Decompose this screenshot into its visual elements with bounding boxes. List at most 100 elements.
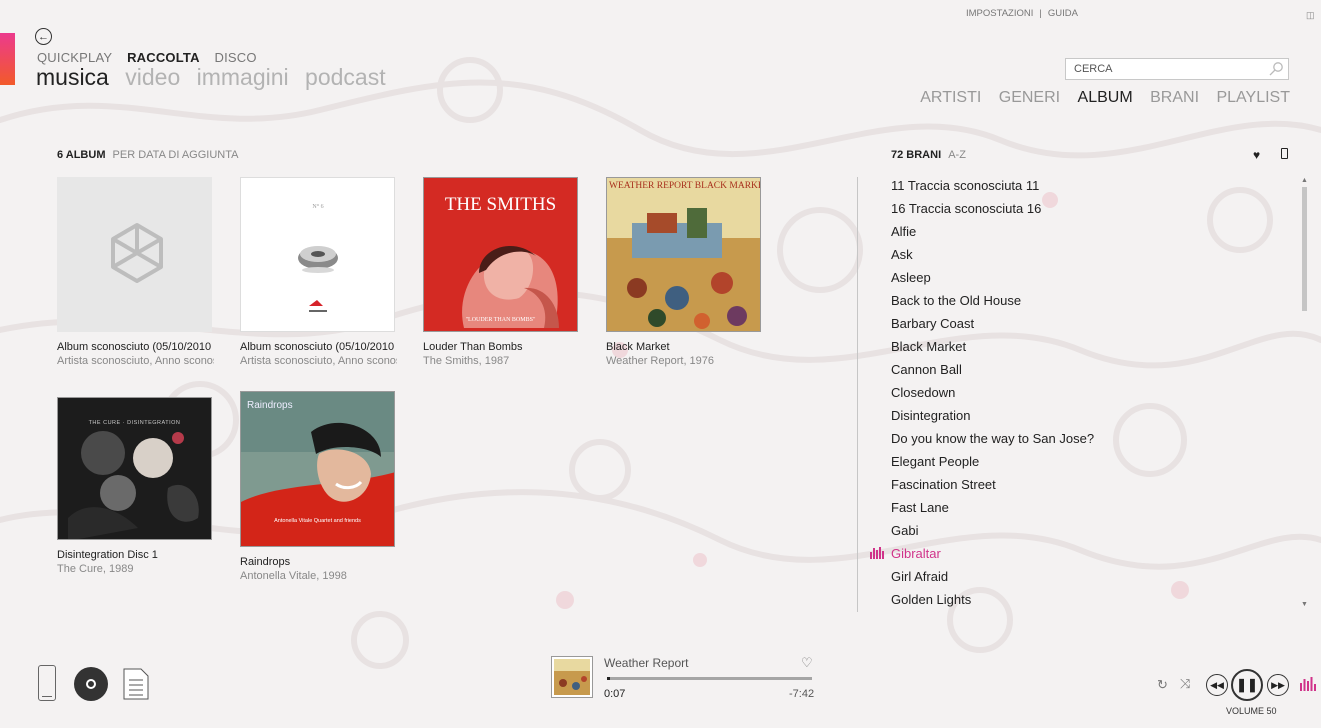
now-playing-disc-icon[interactable]	[74, 667, 108, 701]
track-row[interactable]: Barbary Coast	[891, 314, 1291, 337]
album-title: Album sconosciuto (05/10/2010	[57, 341, 212, 353]
album-art-placeholder	[57, 177, 212, 332]
track-row[interactable]: 11 Traccia sconosciuta 11	[891, 176, 1291, 199]
favorite-heart-icon[interactable]: ♡	[801, 655, 813, 671]
album-subtitle: Antonella Vitale, 1998	[240, 570, 347, 582]
album-art-smiths: THE SMITHS "LOUDER THAN BOMBS"	[423, 177, 578, 332]
track-row[interactable]: Alfie	[891, 222, 1291, 245]
track-row[interactable]: 16 Traccia sconosciuta 16	[891, 199, 1291, 222]
track-row[interactable]: Do you know the way to San Jose?	[891, 429, 1291, 452]
album-art-weather-report: WEATHER REPORT BLACK MARKET	[606, 177, 761, 332]
top-links-separator: |	[1039, 8, 1042, 19]
albums-sort[interactable]: PER DATA DI AGGIUNTA	[113, 149, 239, 161]
search-icon[interactable]	[1268, 61, 1284, 77]
album-subtitle: The Smiths, 1987	[423, 355, 510, 367]
track-title: Fascination Street	[891, 477, 996, 492]
compact-mode-icon[interactable]: ◫	[1306, 10, 1315, 21]
track-row[interactable]: Elegant People	[891, 452, 1291, 475]
subnav-quickplay[interactable]: QUICKPLAY	[37, 50, 112, 65]
album-art-cure: THE CURE · DISINTEGRATION	[57, 397, 212, 540]
pause-button[interactable]: ❚❚	[1231, 669, 1263, 701]
tab-generi[interactable]: GENERI	[999, 89, 1060, 106]
track-row[interactable]: Black Market	[891, 337, 1291, 360]
album-subtitle: Weather Report, 1976	[606, 355, 715, 367]
track-title: 11 Traccia sconosciuta 11	[891, 178, 1040, 193]
nav-musica[interactable]: musica	[36, 64, 109, 90]
track-title: Ask	[891, 247, 913, 262]
market-artwork	[607, 178, 760, 331]
subnav-disco[interactable]: DISCO	[214, 50, 256, 65]
scrollbar-thumb[interactable]	[1302, 187, 1307, 311]
arrow-left-icon: ←	[38, 30, 49, 43]
album-tile[interactable]: THE CURE · DISINTEGRATION Disintegration…	[57, 397, 217, 575]
track-title: Girl Afraid	[891, 569, 949, 584]
playlist-icon[interactable]	[123, 668, 149, 700]
album-tile[interactable]: Raindrops Antonella Vitale Quartet and f…	[240, 391, 400, 582]
back-button[interactable]: ←	[35, 28, 52, 45]
track-row-playing[interactable]: Gibraltar	[870, 544, 1291, 567]
album-title: Raindrops	[240, 556, 291, 568]
previous-button[interactable]: ◀◀	[1206, 674, 1228, 696]
now-playing-thumbnail[interactable]	[551, 656, 593, 698]
track-title: Back to the Old House	[891, 293, 1022, 308]
albums-count: 6 ALBUM	[57, 149, 106, 161]
albums-header: 6 ALBUM PER DATA DI AGGIUNTA	[57, 149, 238, 161]
heart-icon[interactable]: ♥	[1253, 148, 1260, 162]
scroll-up-icon[interactable]: ▲	[1301, 177, 1308, 184]
help-link[interactable]: GUIDA	[1048, 8, 1078, 19]
album-title: Disintegration Disc 1	[57, 549, 158, 561]
track-row[interactable]: Golden Lights	[891, 590, 1291, 613]
now-playing-artwork	[554, 659, 590, 695]
repeat-icon[interactable]: ↻	[1157, 677, 1168, 693]
track-row[interactable]: Girl Afraid	[891, 567, 1291, 590]
track-title: Alfie	[891, 224, 917, 239]
track-title: Barbary Coast	[891, 316, 975, 331]
view-navigation: ARTISTI GENERI ALBUM BRANI PLAYLIST	[907, 89, 1290, 107]
track-row[interactable]: Asleep	[891, 268, 1291, 291]
device-sync-icon[interactable]	[38, 665, 56, 701]
device-icon[interactable]	[1281, 148, 1288, 159]
tab-brani[interactable]: BRANI	[1150, 89, 1199, 106]
track-row[interactable]: Disintegration	[891, 406, 1291, 429]
track-row[interactable]: Ask	[891, 245, 1291, 268]
track-row[interactable]: Cannon Ball	[891, 360, 1291, 383]
track-title: Cannon Ball	[891, 362, 962, 377]
tab-playlist[interactable]: PLAYLIST	[1216, 89, 1290, 106]
volume-label[interactable]: VOLUME 50	[1226, 706, 1277, 716]
nav-immagini[interactable]: immagini	[197, 64, 289, 90]
subnav-raccolta[interactable]: RACCOLTA	[127, 50, 200, 65]
now-playing-equalizer-icon	[870, 547, 884, 559]
album-tile[interactable]: N° 6 Album sconosciuto (05/10/2010 Artis…	[240, 177, 400, 367]
track-row[interactable]: Back to the Old House	[891, 291, 1291, 314]
album-art-focal: N° 6	[240, 177, 395, 332]
tab-artisti[interactable]: ARTISTI	[920, 89, 981, 106]
album-subtitle: Artista sconosciuto, Anno sconosciuto	[57, 355, 214, 367]
album-tile[interactable]: Album sconosciuto (05/10/2010 Artista sc…	[57, 177, 217, 367]
tracks-sort[interactable]: A-Z	[948, 149, 966, 161]
main-navigation: musica video immagini podcast	[36, 64, 396, 91]
volume-equalizer-icon[interactable]	[1300, 677, 1316, 691]
now-playing-artist[interactable]: Weather Report	[604, 656, 689, 670]
fast-forward-icon: ▶▶	[1271, 679, 1285, 690]
track-row[interactable]: Closedown	[891, 383, 1291, 406]
nav-video[interactable]: video	[125, 64, 180, 90]
track-title: Disintegration	[891, 408, 971, 423]
next-button[interactable]: ▶▶	[1267, 674, 1289, 696]
portrait-artwork	[462, 245, 559, 328]
settings-link[interactable]: IMPOSTAZIONI	[966, 8, 1033, 19]
progress-bar[interactable]	[607, 677, 812, 680]
track-title: Closedown	[891, 385, 956, 400]
shuffle-icon[interactable]: ⤨	[1180, 676, 1190, 692]
track-row[interactable]: Fascination Street	[891, 475, 1291, 498]
album-tile[interactable]: THE SMITHS "LOUDER THAN BOMBS" Louder Th…	[423, 177, 583, 367]
top-links: IMPOSTAZIONI | GUIDA	[966, 8, 1078, 19]
tab-album[interactable]: ALBUM	[1078, 89, 1133, 106]
search-input[interactable]	[1074, 63, 1264, 75]
scroll-down-icon[interactable]: ▼	[1301, 601, 1308, 608]
track-list-scrollbar[interactable]: ▲ ▼	[1300, 177, 1310, 612]
album-tile[interactable]: WEATHER REPORT BLACK MARKET Black Market…	[606, 177, 766, 367]
track-row[interactable]: Gabi	[891, 521, 1291, 544]
accent-bar	[0, 33, 15, 85]
nav-podcast[interactable]: podcast	[305, 64, 386, 90]
track-row[interactable]: Fast Lane	[891, 498, 1291, 521]
